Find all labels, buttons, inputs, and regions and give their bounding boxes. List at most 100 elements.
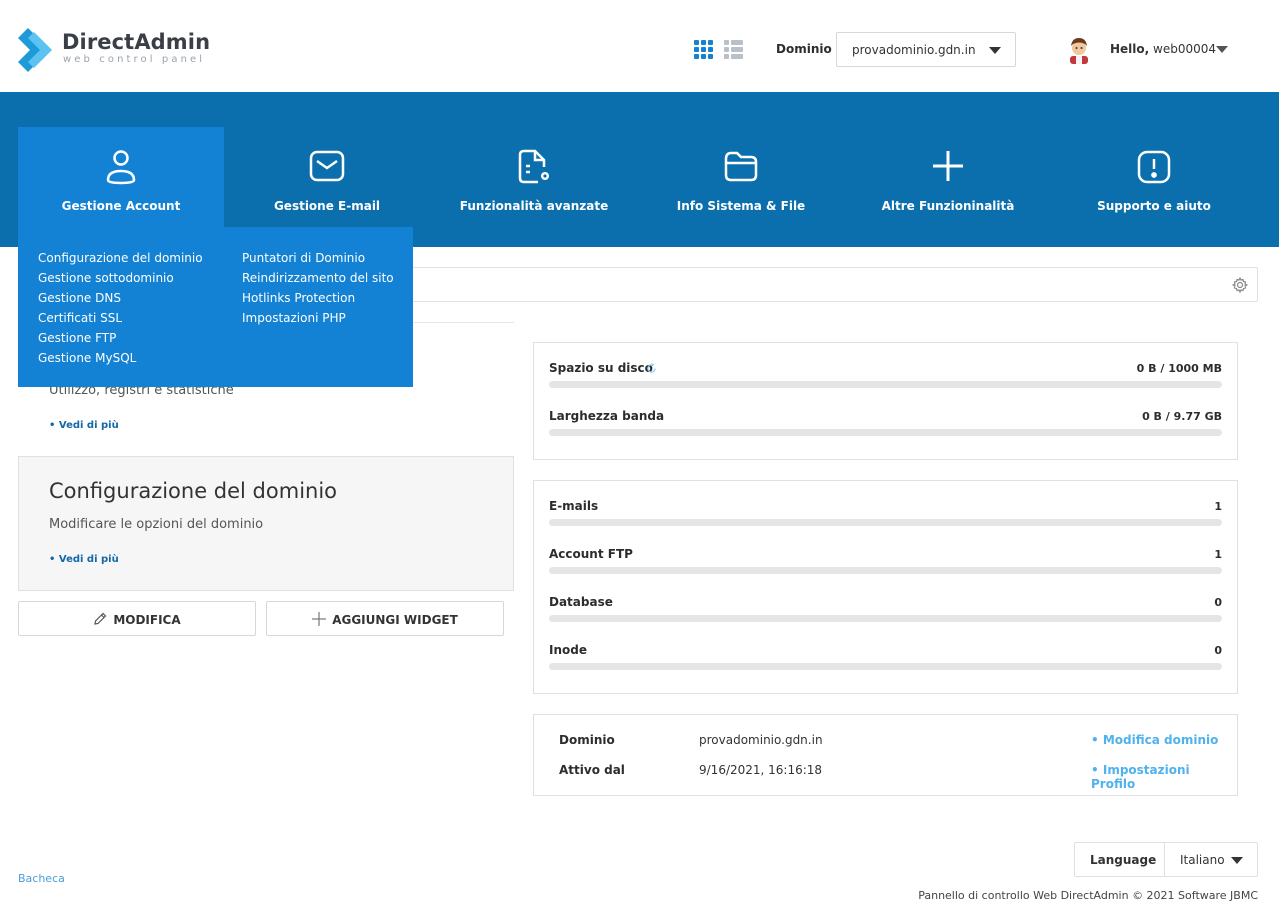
breadcrumb[interactable]: Bacheca: [18, 872, 65, 885]
logo[interactable]: DirectAdmin web control panel: [18, 28, 218, 72]
progress-bar: [549, 663, 1222, 670]
pencil-icon: [94, 612, 107, 625]
view-toggle: [694, 40, 744, 60]
nav-info-sistema[interactable]: Info Sistema & File: [638, 127, 844, 227]
edit-domain-link[interactable]: • Modifica dominio: [1091, 733, 1218, 747]
stat-value: 0: [1214, 596, 1222, 609]
stat-emails: E-mails 1: [549, 499, 1222, 529]
stat-database: Database 0: [549, 595, 1222, 625]
user-menu[interactable]: Hello, web00004: [1066, 36, 1236, 64]
domain-select-value: provadominio.gdn.in: [852, 43, 976, 57]
list-view-icon[interactable]: [724, 40, 744, 60]
copyright: Pannello di controllo Web DirectAdmin © …: [918, 889, 1258, 902]
stat-name: E-mails: [549, 499, 599, 513]
see-more-link[interactable]: • Vedi di più: [49, 420, 119, 431]
menu-item-configurazione-dominio[interactable]: Configurazione del dominio: [38, 248, 203, 268]
avatar: [1070, 38, 1088, 64]
main-nav: Gestione Account Gestione E-mail Funzion…: [0, 92, 1279, 247]
widget-description: Modificare le opzioni del dominio: [49, 517, 264, 532]
menu-item-puntatori-dominio[interactable]: Puntatori di Dominio: [242, 248, 394, 268]
stat-ftp: Account FTP 1: [549, 547, 1222, 577]
progress-bar: [549, 519, 1222, 526]
nav-supporto-aiuto[interactable]: Supporto e aiuto: [1051, 127, 1257, 227]
nav-gestione-email[interactable]: Gestione E-mail: [224, 127, 430, 227]
folder-icon: [724, 151, 758, 182]
menu-item-gestione-ftp[interactable]: Gestione FTP: [38, 328, 203, 348]
stat-inode: Inode 0: [549, 643, 1222, 673]
domain-select[interactable]: provadominio.gdn.in: [836, 32, 1016, 67]
nav-label: Gestione Account: [61, 199, 181, 213]
add-widget-label: AGGIUNGI WIDGET: [332, 613, 458, 627]
info-domain-label: Dominio: [559, 733, 615, 747]
nav-label: Gestione E-mail: [273, 199, 381, 213]
edit-button-label: MODIFICA: [113, 613, 181, 627]
user-icon: [106, 150, 136, 185]
plus-icon: [933, 151, 963, 181]
usage-box-disk-bandwidth: Spazio su disco 0 B / 1000 MB Larghezza …: [533, 342, 1238, 460]
stat-value: 0 B / 1000 MB: [1136, 362, 1222, 375]
language-value: Italiano: [1180, 853, 1225, 867]
menu-item-certificati-ssl[interactable]: Certificati SSL: [38, 308, 203, 328]
stat-disk: Spazio su disco 0 B / 1000 MB: [549, 361, 1222, 391]
logo-title: DirectAdmin: [62, 30, 211, 54]
edit-widgets-button[interactable]: MODIFICA: [18, 601, 256, 636]
mail-icon: [309, 150, 345, 182]
grid-view-icon[interactable]: [694, 40, 714, 60]
top-header: DirectAdmin web control panel Dominio pr…: [0, 0, 1279, 92]
account-dropdown-menu: Configurazione del dominio Gestione sott…: [18, 227, 413, 387]
menu-item-gestione-mysql[interactable]: Gestione MySQL: [38, 348, 203, 368]
language-label: Language: [1090, 853, 1157, 867]
domain-info-box: Dominio provadominio.gdn.in • Modifica d…: [533, 714, 1238, 796]
menu-item-gestione-sottodominio[interactable]: Gestione sottodominio: [38, 268, 203, 288]
stat-bandwidth: Larghezza banda 0 B / 9.77 GB: [549, 409, 1222, 439]
logo-mark-icon: [18, 28, 52, 72]
alert-icon: [1137, 150, 1171, 184]
info-domain-value: provadominio.gdn.in: [699, 733, 823, 747]
username: web00004: [1153, 42, 1217, 56]
nav-altre-funzionalita[interactable]: Altre Funzioninalità: [845, 127, 1051, 227]
info-since-value: 9/16/2021, 16:16:18: [699, 763, 823, 777]
stat-name: Spazio su disco: [549, 361, 653, 375]
plus-icon: [312, 612, 327, 626]
stat-name: Inode: [549, 643, 587, 657]
chevron-down-icon: [1216, 46, 1228, 53]
dropdown-column-2: Puntatori di Dominio Reindirizzamento de…: [242, 248, 394, 328]
nav-funzionalita-avanzate[interactable]: Funzionalità avanzate: [431, 127, 637, 227]
file-settings-icon: [518, 149, 549, 184]
widget-configurazione-dominio: Configurazione del dominio Modificare le…: [18, 456, 514, 591]
nav-label: Info Sistema & File: [676, 199, 806, 213]
gear-icon[interactable]: [1232, 277, 1248, 293]
chevron-down-icon: [1231, 857, 1243, 864]
language-label-box: Language: [1075, 843, 1165, 876]
profile-settings-link[interactable]: • Impostazioni Profilo: [1091, 763, 1237, 791]
menu-item-impostazioni-php[interactable]: Impostazioni PHP: [242, 308, 394, 328]
chevron-down-icon: [989, 47, 1001, 54]
widget-title: Configurazione del dominio: [49, 479, 338, 503]
stat-value: 0 B / 9.77 GB: [1142, 410, 1222, 423]
stat-value: 0: [1214, 644, 1222, 657]
menu-item-gestione-dns[interactable]: Gestione DNS: [38, 288, 203, 308]
nav-gestione-account[interactable]: Gestione Account: [18, 127, 224, 227]
nav-label: Funzionalità avanzate: [459, 199, 609, 213]
nav-label: Altre Funzioninalità: [881, 199, 1015, 213]
add-widget-button[interactable]: AGGIUNGI WIDGET: [266, 601, 504, 636]
menu-item-reindirizzamento-sito[interactable]: Reindirizzamento del sito: [242, 268, 394, 288]
progress-bar: [549, 381, 1222, 388]
stat-value: 1: [1214, 548, 1222, 561]
greeting: Hello, web00004: [1110, 42, 1216, 56]
stat-name: Account FTP: [549, 547, 633, 561]
menu-item-hotlinks-protection[interactable]: Hotlinks Protection: [242, 288, 394, 308]
nav-label: Supporto e aiuto: [1097, 199, 1211, 213]
stat-name: Database: [549, 595, 613, 609]
stat-name: Larghezza banda: [549, 409, 665, 423]
logo-subtitle: web control panel: [63, 54, 206, 65]
progress-bar: [549, 567, 1222, 574]
dropdown-column-1: Configurazione del dominio Gestione sott…: [38, 248, 203, 368]
domain-label: Dominio: [776, 42, 832, 56]
progress-bar: [549, 429, 1222, 436]
stat-value: 1: [1214, 500, 1222, 513]
refresh-icon[interactable]: [646, 363, 657, 374]
language-select[interactable]: Language Italiano: [1074, 842, 1258, 877]
greeting-prefix: Hello,: [1110, 42, 1150, 56]
see-more-link[interactable]: • Vedi di più: [49, 554, 119, 565]
